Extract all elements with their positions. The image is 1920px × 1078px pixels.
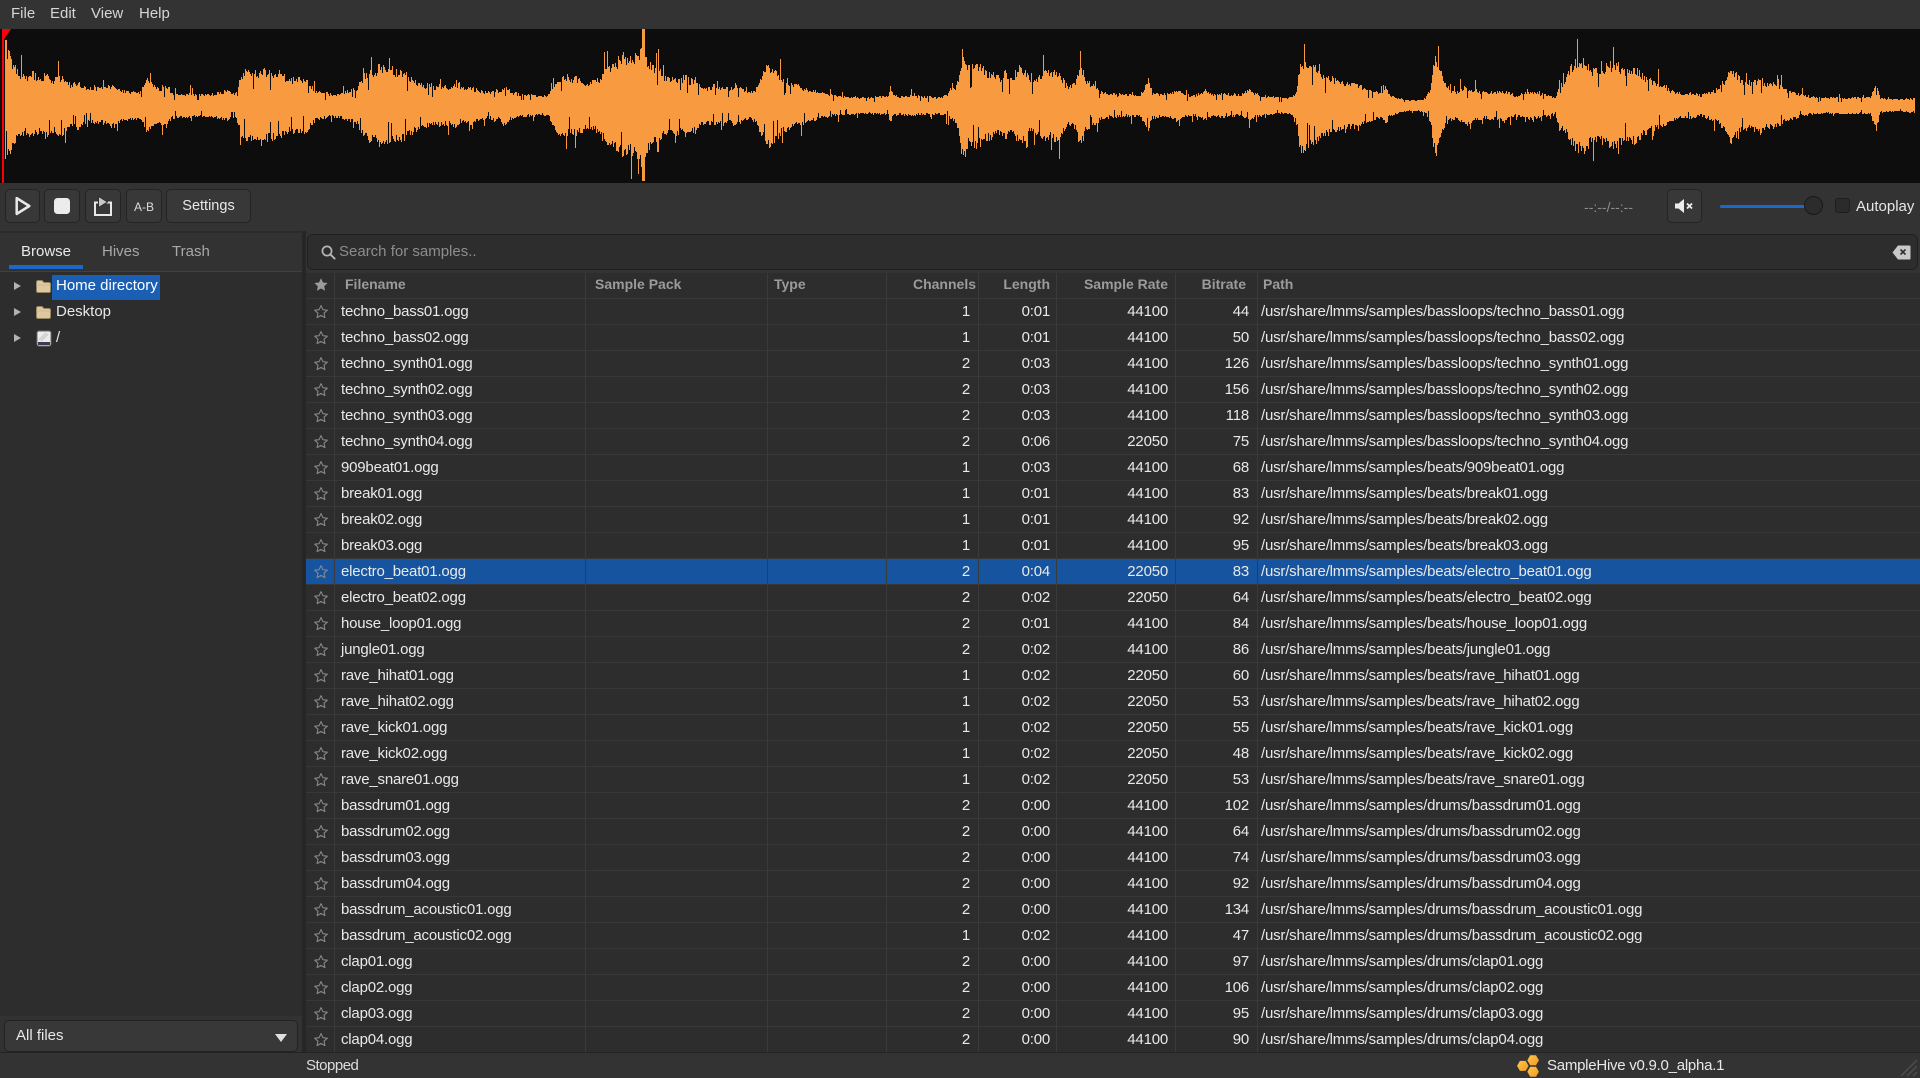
svg-text:A-B: A-B: [134, 200, 154, 214]
